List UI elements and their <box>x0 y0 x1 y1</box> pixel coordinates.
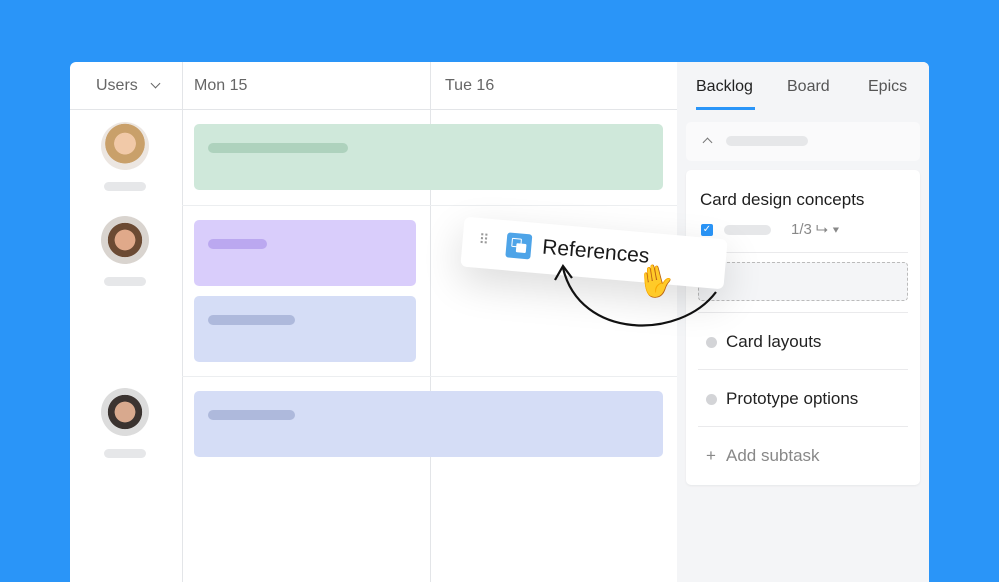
drag-arrow <box>554 264 717 327</box>
grab-hand-icon: ✋ <box>633 259 679 303</box>
